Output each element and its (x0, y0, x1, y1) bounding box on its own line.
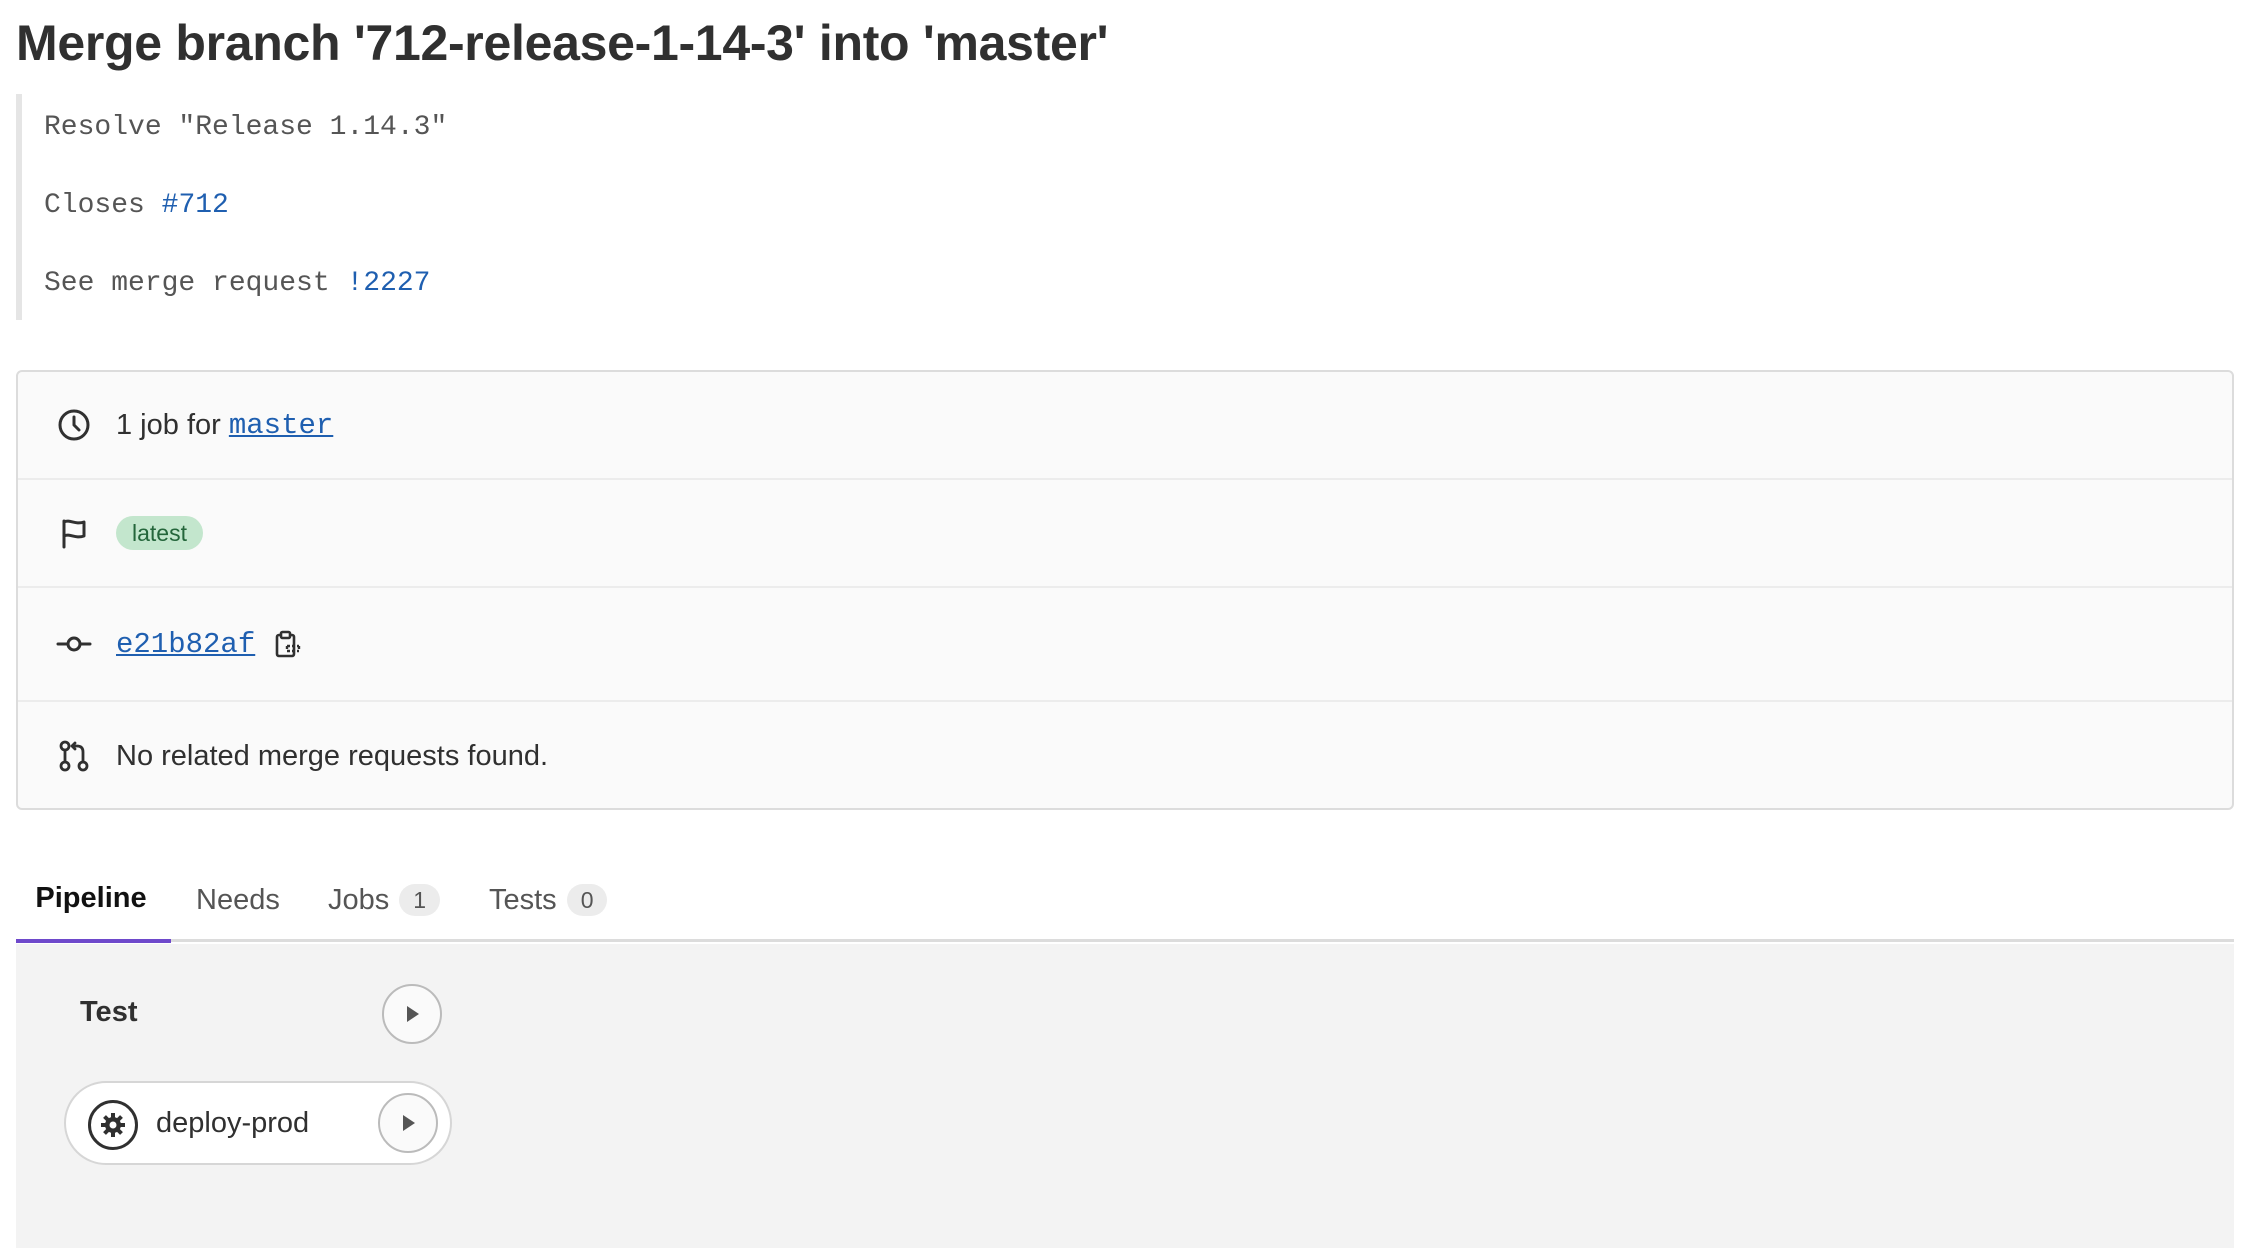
jobs-count-text: 1 job for (116, 408, 221, 441)
merge-request-link[interactable]: !2227 (346, 268, 430, 299)
gear-icon (88, 1100, 138, 1150)
issue-link[interactable]: #712 (162, 190, 229, 221)
closes-label: Closes (44, 190, 145, 221)
pipeline-info-box: 1 job for master latest e21b82af No rela… (16, 370, 2234, 810)
commit-icon (56, 626, 92, 662)
jobs-count-badge: 1 (399, 884, 441, 916)
play-icon (407, 1006, 419, 1022)
flag-icon (56, 515, 92, 551)
play-icon (403, 1115, 415, 1131)
merge-requests-text: No related merge requests found. (116, 739, 549, 772)
pipeline-graph: Test deploy-prod (16, 944, 2234, 1248)
job-deploy-prod[interactable]: deploy-prod (64, 1081, 452, 1165)
page-title: Merge branch '712-release-1-14-3' into '… (16, 15, 1109, 71)
jobs-summary: 1 job for master (116, 409, 333, 442)
tab-label: Jobs (328, 883, 390, 916)
pipeline-tabs: Pipeline Needs Jobs 1 Tests 0 (16, 858, 2234, 943)
commit-message: Resolve "Release 1.14.3" Closes #712 See… (16, 94, 896, 320)
stage-title: Test (80, 996, 138, 1028)
latest-badge: latest (116, 516, 203, 550)
commit-message-line: Closes #712 (44, 190, 229, 221)
commit-message-line: Resolve "Release 1.14.3" (44, 112, 448, 143)
job-name: deploy-prod (156, 1107, 310, 1139)
clock-icon (56, 407, 92, 443)
merge-requests-row: No related merge requests found. (18, 702, 2232, 810)
tab-label: Pipeline (35, 882, 147, 914)
play-job-button[interactable] (378, 1093, 438, 1153)
jobs-row: 1 job for master (18, 372, 2232, 480)
play-stage-button[interactable] (382, 984, 442, 1044)
branch-link[interactable]: master (229, 409, 333, 442)
merge-request-label: See merge request (44, 268, 330, 299)
tab-jobs[interactable]: Jobs 1 (328, 858, 441, 942)
tests-count-badge: 0 (566, 884, 608, 916)
tab-tests[interactable]: Tests 0 (489, 858, 608, 942)
commit-message-line: See merge request !2227 (44, 268, 430, 299)
badges-row: latest (18, 480, 2232, 588)
tab-label: Tests (489, 883, 557, 916)
tab-needs[interactable]: Needs (196, 858, 280, 942)
pipeline-page: Merge branch '712-release-1-14-3' into '… (0, 0, 2250, 1248)
tab-pipeline[interactable]: Pipeline (16, 858, 171, 943)
commit-sha-link[interactable]: e21b82af (116, 628, 255, 661)
clipboard-icon[interactable] (273, 629, 303, 659)
merge-request-icon (56, 738, 92, 774)
commit-row: e21b82af (18, 588, 2232, 702)
tab-label: Needs (196, 883, 280, 916)
